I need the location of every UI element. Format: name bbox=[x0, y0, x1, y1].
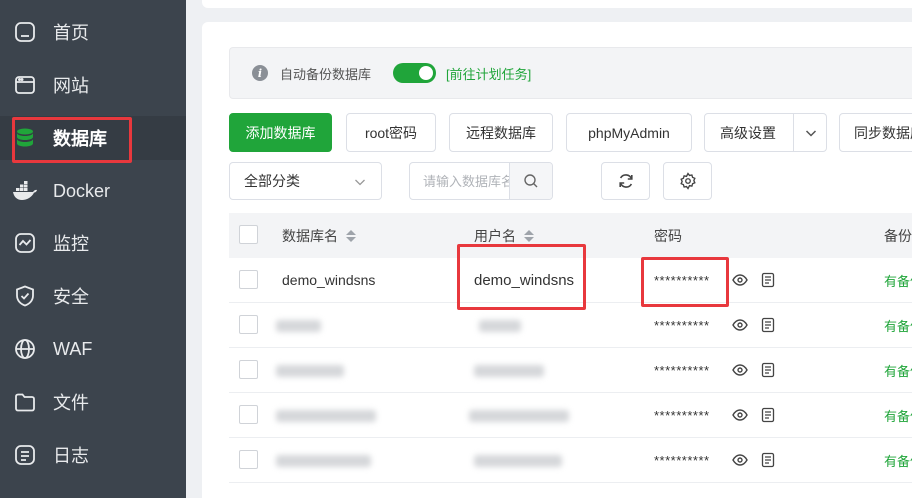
sidebar-item-logs[interactable]: 日志 bbox=[0, 433, 186, 477]
sidebar-item-waf[interactable]: WAF bbox=[0, 327, 186, 371]
chevron-down-icon bbox=[804, 126, 818, 143]
blurred-database-user bbox=[474, 365, 544, 377]
sidebar-item-label: Docker bbox=[53, 180, 111, 201]
sidebar-item-label: 文件 bbox=[53, 393, 89, 413]
sort-icon bbox=[524, 229, 534, 242]
sidebar-item-home[interactable]: 首页 bbox=[0, 10, 186, 54]
refresh-icon bbox=[618, 174, 633, 188]
copy-icon[interactable] bbox=[760, 271, 776, 289]
column-header-name[interactable]: 数据库名 bbox=[282, 213, 356, 258]
search-icon bbox=[524, 174, 538, 188]
auto-backup-notice: i 自动备份数据库 [前往计划任务] bbox=[229, 47, 912, 99]
search-button[interactable] bbox=[509, 163, 552, 199]
category-select-value: 全部分类 bbox=[244, 173, 300, 189]
backup-status[interactable]: 有备份 bbox=[884, 438, 912, 482]
add-database-button[interactable]: 添加数据库 bbox=[229, 113, 332, 152]
blurred-database-user bbox=[479, 320, 521, 332]
table-row: ********** 有备份 bbox=[229, 348, 912, 393]
sidebar-item-label: 监控 bbox=[53, 234, 89, 254]
highlight-box-password bbox=[641, 257, 729, 307]
schedule-task-link[interactable]: [前往计划任务] bbox=[446, 64, 531, 83]
settings-button[interactable] bbox=[663, 162, 712, 200]
gear-icon bbox=[679, 172, 696, 190]
advanced-settings-dropdown[interactable]: 高级设置 bbox=[704, 113, 827, 152]
database-password: ********** bbox=[654, 317, 710, 333]
copy-icon[interactable] bbox=[760, 316, 776, 334]
phpmyadmin-button[interactable]: phpMyAdmin bbox=[566, 113, 692, 152]
auto-backup-toggle[interactable] bbox=[393, 63, 436, 83]
sidebar-item-docker[interactable]: Docker bbox=[0, 169, 186, 213]
backup-status[interactable]: 有备份 bbox=[884, 393, 912, 437]
copy-icon[interactable] bbox=[760, 361, 776, 379]
eye-icon[interactable] bbox=[732, 361, 748, 379]
category-select[interactable]: 全部分类 bbox=[229, 162, 382, 200]
blurred-database-user bbox=[474, 455, 562, 467]
blurred-database-name bbox=[276, 365, 344, 377]
database-password: ********** bbox=[654, 362, 710, 378]
row-checkbox[interactable] bbox=[239, 270, 258, 289]
blurred-database-user bbox=[469, 410, 569, 422]
remote-database-button[interactable]: 远程数据库 bbox=[449, 113, 553, 152]
sidebar-item-label: 网站 bbox=[53, 76, 89, 96]
chevron-down-icon bbox=[353, 175, 367, 192]
folder-icon bbox=[12, 389, 38, 415]
row-checkbox[interactable] bbox=[239, 450, 258, 469]
column-header-password: 密码 bbox=[654, 227, 682, 244]
column-header-label: 用户名 bbox=[474, 227, 516, 244]
refresh-button[interactable] bbox=[601, 162, 650, 200]
eye-icon[interactable] bbox=[732, 271, 748, 289]
docker-icon bbox=[12, 178, 38, 204]
sidebar-item-label: 日志 bbox=[53, 446, 89, 466]
dropdown-divider bbox=[793, 114, 794, 151]
eye-icon[interactable] bbox=[732, 406, 748, 424]
database-name: demo_windsns bbox=[282, 272, 376, 288]
database-password: ********** bbox=[654, 407, 710, 423]
eye-icon[interactable] bbox=[732, 316, 748, 334]
row-checkbox[interactable] bbox=[239, 315, 258, 334]
advanced-settings-label: 高级设置 bbox=[720, 124, 776, 141]
log-icon bbox=[12, 442, 38, 468]
sidebar-item-label: 首页 bbox=[53, 23, 89, 43]
notice-text: 自动备份数据库 bbox=[280, 66, 372, 82]
top-panel bbox=[202, 0, 912, 8]
eye-icon[interactable] bbox=[732, 451, 748, 469]
shield-icon bbox=[12, 283, 38, 309]
copy-icon[interactable] bbox=[760, 451, 776, 469]
highlight-box-database bbox=[12, 117, 132, 163]
database-password: ********** bbox=[654, 452, 710, 468]
website-icon bbox=[12, 72, 38, 98]
copy-icon[interactable] bbox=[760, 406, 776, 424]
backup-status[interactable]: 有备份 bbox=[884, 348, 912, 392]
monitor-icon bbox=[12, 230, 38, 256]
table-row: ********** 有备份 bbox=[229, 393, 912, 438]
database-search-box bbox=[409, 162, 553, 200]
sidebar-item-files[interactable]: 文件 bbox=[0, 380, 186, 424]
sidebar-item-label: WAF bbox=[53, 338, 93, 359]
table-row: ********** 有备份 bbox=[229, 438, 912, 483]
row-checkbox[interactable] bbox=[239, 405, 258, 424]
waf-icon bbox=[12, 336, 38, 362]
sidebar: 首页 网站 数据库 Docker 监控 安全 WAF 文件 日志 bbox=[0, 0, 186, 498]
backup-status[interactable]: 有备份 bbox=[884, 258, 912, 302]
blurred-database-name bbox=[276, 410, 376, 422]
column-header-label: 数据库名 bbox=[282, 227, 338, 244]
sidebar-item-security[interactable]: 安全 bbox=[0, 274, 186, 318]
sidebar-item-monitor[interactable]: 监控 bbox=[0, 221, 186, 265]
sync-database-button[interactable]: 同步数据库 bbox=[839, 113, 912, 152]
highlight-box-username bbox=[457, 244, 586, 310]
sidebar-item-label: 安全 bbox=[53, 287, 89, 307]
column-header-backup: 备份 bbox=[884, 227, 912, 244]
blurred-database-name bbox=[276, 320, 321, 332]
sidebar-item-website[interactable]: 网站 bbox=[0, 63, 186, 107]
info-icon: i bbox=[252, 65, 268, 81]
home-icon bbox=[12, 19, 38, 45]
row-checkbox[interactable] bbox=[239, 360, 258, 379]
blurred-database-name bbox=[276, 455, 371, 467]
select-all-checkbox[interactable] bbox=[239, 225, 258, 244]
sort-icon bbox=[346, 229, 356, 242]
backup-status[interactable]: 有备份 bbox=[884, 303, 912, 347]
root-password-button[interactable]: root密码 bbox=[346, 113, 436, 152]
